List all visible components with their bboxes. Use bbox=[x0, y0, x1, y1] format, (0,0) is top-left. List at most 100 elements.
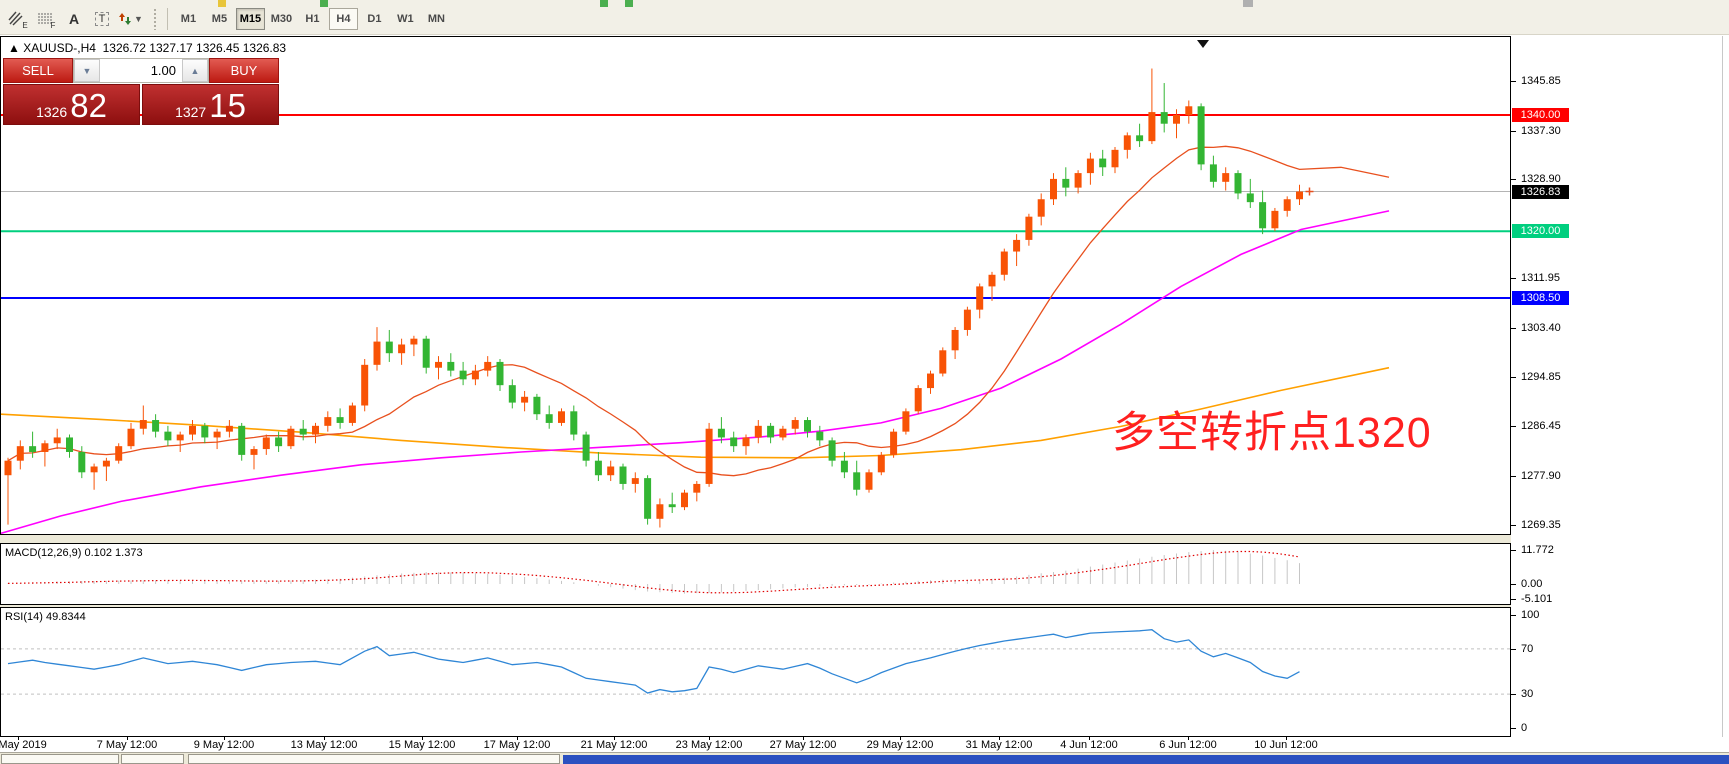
sell-price-display[interactable]: 1326 82 bbox=[3, 84, 140, 125]
fibonacci-retracement-icon[interactable]: F bbox=[33, 7, 59, 31]
time-axis-label: 3 May 2019 bbox=[0, 739, 47, 751]
candle-body bbox=[607, 467, 614, 476]
timeframe-button-h1[interactable]: H1 bbox=[298, 8, 327, 30]
candle-body bbox=[1038, 199, 1045, 216]
text-label-icon[interactable]: T bbox=[89, 7, 115, 31]
candle-body bbox=[792, 420, 799, 429]
candle-body bbox=[558, 411, 565, 423]
candle-body bbox=[743, 437, 750, 446]
price-tick-label: 1277.90 bbox=[1521, 470, 1561, 482]
price-badge-1340.00: 1340.00 bbox=[1512, 108, 1569, 122]
status-progress-bar bbox=[563, 755, 1729, 764]
candle-body bbox=[460, 371, 467, 380]
candle-body bbox=[447, 362, 454, 371]
toolbar-grip[interactable] bbox=[153, 8, 158, 30]
price-badge-1308.50: 1308.50 bbox=[1512, 291, 1569, 305]
candle-body bbox=[1001, 252, 1008, 275]
rsi-indicator-panel[interactable]: RSI(14) 49.8344 bbox=[0, 607, 1511, 737]
time-axis-label: 6 Jun 12:00 bbox=[1159, 739, 1217, 751]
pitchfork-letter: E bbox=[22, 21, 27, 30]
candle-body bbox=[1112, 150, 1119, 167]
candle-body bbox=[681, 493, 688, 508]
timeframe-button-h4[interactable]: H4 bbox=[329, 8, 358, 30]
candle-body bbox=[1271, 211, 1278, 228]
volume-decrease-button[interactable]: ▼ bbox=[74, 59, 100, 82]
toolbar-separator bbox=[167, 8, 168, 30]
candle-body bbox=[386, 342, 393, 354]
candle-body bbox=[201, 426, 208, 438]
timeframe-button-mn[interactable]: MN bbox=[422, 8, 451, 30]
price-tick-label: 1286.45 bbox=[1521, 420, 1561, 432]
candle-body bbox=[497, 362, 504, 385]
axis-tick-mark bbox=[1511, 81, 1516, 82]
candle-body bbox=[939, 350, 946, 373]
candle-body bbox=[1013, 240, 1020, 252]
candle-body bbox=[287, 429, 294, 446]
collapse-triangle-icon[interactable]: ▲ bbox=[8, 41, 20, 55]
text-a-glyph: A bbox=[69, 11, 79, 27]
andrews-pitchfork-icon[interactable]: E bbox=[5, 7, 31, 31]
axis-tick-mark bbox=[1511, 278, 1516, 279]
candle-body bbox=[669, 504, 676, 507]
candle-body bbox=[718, 429, 725, 438]
candle-body bbox=[866, 472, 873, 489]
timeframe-button-m5[interactable]: M5 bbox=[205, 8, 234, 30]
buy-button[interactable]: BUY bbox=[209, 58, 279, 83]
sell-button[interactable]: SELL bbox=[3, 58, 73, 83]
ma-slow-line bbox=[1, 368, 1389, 458]
chart-shift-marker[interactable] bbox=[1197, 40, 1209, 48]
candle-body bbox=[595, 461, 602, 476]
candle-body bbox=[435, 362, 442, 368]
price-axis[interactable]: 1345.851337.301328.901311.951303.401294.… bbox=[1511, 36, 1729, 752]
price-tick-label: 1345.85 bbox=[1521, 75, 1561, 87]
toolbar-fragment-icon bbox=[1243, 0, 1253, 7]
candle-body bbox=[952, 330, 959, 350]
candle-body bbox=[423, 339, 430, 368]
candle-body bbox=[41, 443, 48, 452]
volume-spinner: ▼ ▲ bbox=[73, 58, 209, 83]
candle-body bbox=[656, 504, 663, 519]
fibo-letter: F bbox=[51, 21, 56, 30]
candle-body bbox=[964, 310, 971, 330]
candle-body bbox=[361, 365, 368, 406]
candle-body bbox=[78, 452, 85, 472]
chart-ohlc-values: 1326.72 1327.17 1326.45 1326.83 bbox=[103, 41, 287, 55]
rsi-label: RSI(14) 49.8344 bbox=[5, 611, 86, 623]
axis-tick-mark bbox=[1511, 131, 1516, 132]
candle-body bbox=[103, 461, 110, 467]
volume-increase-button[interactable]: ▲ bbox=[182, 59, 208, 82]
one-click-trading-panel: SELL ▼ ▲ BUY 1326 82 1327 15 bbox=[3, 58, 279, 125]
macd-indicator-panel[interactable]: MACD(12,26,9) 0.102 1.373 bbox=[0, 543, 1511, 605]
candle-body bbox=[927, 374, 934, 389]
time-axis[interactable]: 3 May 20197 May 12:009 May 12:0013 May 1… bbox=[0, 737, 1729, 752]
timeframe-button-m1[interactable]: M1 bbox=[174, 8, 203, 30]
time-axis-label: 4 Jun 12:00 bbox=[1060, 739, 1118, 751]
arrows-objects-icon[interactable]: ▼ bbox=[117, 7, 144, 31]
candle-body bbox=[275, 437, 282, 446]
axis-tick-mark bbox=[1511, 728, 1516, 729]
candle-body bbox=[1099, 159, 1106, 168]
timeframe-button-d1[interactable]: D1 bbox=[360, 8, 389, 30]
candle-body bbox=[521, 397, 528, 403]
volume-input[interactable] bbox=[100, 59, 182, 82]
candle-body bbox=[915, 388, 922, 411]
candle-body bbox=[570, 411, 577, 434]
buy-price-display[interactable]: 1327 15 bbox=[142, 84, 279, 125]
timeframe-button-m30[interactable]: M30 bbox=[267, 8, 296, 30]
candle-body bbox=[66, 437, 73, 452]
status-cell bbox=[121, 754, 184, 764]
sell-price-small: 1326 bbox=[36, 102, 67, 122]
candle-body bbox=[1235, 173, 1242, 193]
timeframe-button-m15[interactable]: M15 bbox=[236, 8, 265, 30]
candle-body bbox=[546, 414, 553, 423]
panel-divider[interactable] bbox=[0, 535, 1729, 543]
candle-body bbox=[214, 432, 221, 438]
candle-body bbox=[779, 429, 786, 438]
axis-tick-mark bbox=[1511, 328, 1516, 329]
candle-body bbox=[1198, 106, 1205, 164]
timeframe-button-w1[interactable]: W1 bbox=[391, 8, 420, 30]
price-tick-label: 1269.35 bbox=[1521, 519, 1561, 531]
time-axis-label: 23 May 12:00 bbox=[676, 739, 743, 751]
text-annotation-icon[interactable]: A bbox=[61, 7, 87, 31]
candle-body bbox=[177, 435, 184, 441]
